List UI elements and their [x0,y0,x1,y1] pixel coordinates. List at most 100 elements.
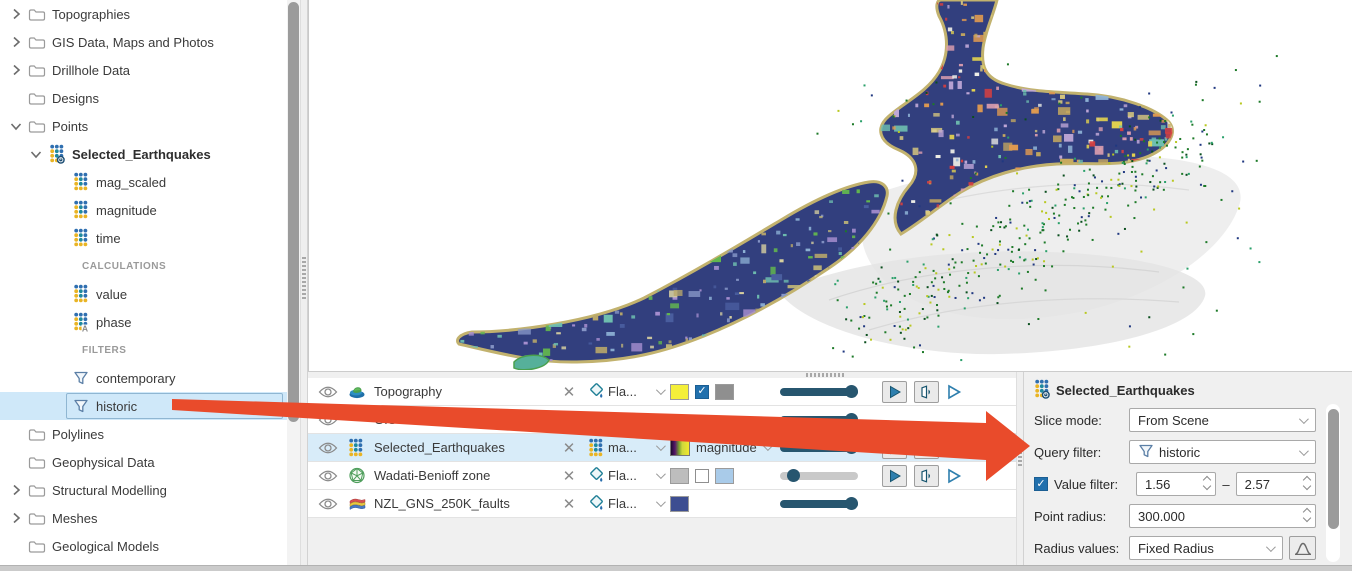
chevron-right-icon[interactable] [6,480,26,500]
visibility-eye-icon[interactable] [308,462,348,489]
chevron-right-icon[interactable] [6,60,26,80]
secondary-colour-swatch[interactable] [715,468,734,484]
image-layer-icon [445,413,462,430]
tree-item-mag-scaled[interactable]: mag_scaled [0,168,287,196]
tree-item-time[interactable]: time [0,224,287,252]
tree-item-historic[interactable]: historic [0,392,287,420]
play-outline-button[interactable] [946,440,962,456]
shape-list-row-selected-earthquakes[interactable]: Selected_Earthquakes✕ma...magnitude [308,434,1016,462]
colour-swatch[interactable] [670,384,689,400]
query-filter-select[interactable]: historic [1129,440,1316,464]
visibility-eye-icon[interactable] [308,378,348,405]
chevron-down-icon[interactable] [648,490,670,517]
colour-swatch[interactable] [670,468,689,484]
remove-from-scene-button[interactable]: ✕ [554,434,584,461]
chevron-down-icon[interactable] [648,378,670,405]
chevron-right-icon[interactable] [6,508,26,528]
colour-gradient-swatch[interactable] [670,439,690,456]
shapelist-props-splitter[interactable] [1016,372,1024,565]
tree-item-points[interactable]: Points [0,112,287,140]
tree-item-phase[interactable]: Aphase [0,308,287,336]
spacer [670,406,780,433]
render-movie-button[interactable] [882,381,907,403]
chevron-down-icon[interactable] [648,434,670,461]
opacity-slider[interactable] [780,444,858,452]
visibility-eye-icon[interactable] [308,406,348,433]
edges-checkbox[interactable]: ✓ [695,385,709,399]
tree-item-meshes[interactable]: Meshes [0,504,287,532]
shape-list-row-topography[interactable]: Topography✕Fla...✓ [308,378,1016,406]
opacity-slider[interactable] [780,416,858,424]
visibility-eye-icon[interactable] [308,434,348,461]
play-outline-button[interactable] [946,468,962,484]
tree-item-geological-models[interactable]: Geological Models [0,532,287,560]
shape-list-row-wadati-benioff-zone[interactable]: Wadati-Benioff zone✕Fla... [308,462,1016,490]
remove-from-scene-button[interactable]: ✕ [554,462,584,489]
opacity-slider-knob[interactable] [845,413,858,426]
tree-item-geophysical-data[interactable]: Geophysical Data [0,448,287,476]
tree-item-value[interactable]: value [0,280,287,308]
remove-from-scene-button[interactable]: ✕ [554,378,584,405]
chevron-down-icon[interactable] [763,441,773,451]
chevron-down-icon[interactable] [6,116,26,136]
point-radius-spinner[interactable]: 300.000 [1129,504,1316,528]
tree-section-header-calculations: CALCULATIONS [0,252,287,280]
tree-item-selected-earthquakes[interactable]: Selected_Earthquakes [0,140,287,168]
visibility-eye-icon[interactable] [308,490,348,517]
value-filter-row: ✓ Value filter: 1.56 – 2.57 [1034,472,1316,496]
chevron-down-icon[interactable] [648,406,670,433]
points-set-icon [70,172,92,192]
opacity-slider[interactable] [780,472,858,480]
play-outline-button[interactable] [946,384,962,400]
tree-item-topographies[interactable]: Topographies [0,0,287,28]
opacity-slider-knob[interactable] [845,497,858,510]
secondary-colour-swatch[interactable] [715,384,734,400]
tree-item-magnitude[interactable]: magnitude [0,196,287,224]
tree-scrollbar[interactable] [287,0,300,565]
value-min-spinner[interactable]: 1.56 [1136,472,1216,496]
render-movie-button[interactable] [882,437,907,459]
colour-swatch[interactable] [670,496,689,512]
properties-scrollbar-thumb[interactable] [1328,409,1339,529]
shape-list-resize-grip[interactable] [806,373,844,377]
opacity-slider[interactable] [780,500,858,508]
value-max-spinner[interactable]: 2.57 [1236,472,1316,496]
tree-item-drillhole-data[interactable]: Drillhole Data [0,56,287,84]
render-movie-button[interactable] [882,465,907,487]
flip-normal-button[interactable] [914,437,939,459]
tree-scene-splitter[interactable] [300,0,308,565]
radius-values-select[interactable]: Fixed Radius [1129,536,1283,560]
tree-scrollbar-thumb[interactable] [288,2,299,422]
properties-scrollbar[interactable] [1326,404,1340,562]
tree-item-gis-data-maps-and-photos[interactable]: GIS Data, Maps and Photos [0,28,287,56]
tree-item-label: Geophysical Data [48,455,155,470]
shape-list-row-gis-data-[interactable]: GIS Data:New Zealand 250✕ [308,406,1016,434]
chevron-down-icon[interactable] [26,144,46,164]
flip-normal-button[interactable] [914,465,939,487]
opacity-slider-knob[interactable] [845,441,858,454]
flip-normal-button[interactable] [914,381,939,403]
value-filter-checkbox[interactable]: ✓ [1034,477,1048,491]
remove-from-scene-button[interactable]: ✕ [554,490,584,517]
points-set-icon [70,284,92,304]
edges-checkbox[interactable] [695,469,709,483]
tree-item-contemporary[interactable]: contemporary [0,364,287,392]
tree-item-structural-modelling[interactable]: Structural Modelling [0,476,287,504]
chevron-right-icon[interactable] [6,4,26,24]
distribution-histogram-button[interactable] [1289,536,1316,560]
tree-item-designs[interactable]: Designs [0,84,287,112]
tree-chevron-spacer [50,368,70,388]
shape-list-row-nzl-gns-250k-faults[interactable]: NZL_GNS_250K_faults✕Fla... [308,490,1016,518]
chevron-right-icon[interactable] [6,32,26,52]
opacity-slider-knob[interactable] [845,385,858,398]
shape-name: Selected_Earthquakes [374,434,554,461]
slice-mode-select[interactable]: From Scene [1129,408,1316,432]
remove-from-scene-button[interactable]: ✕ [554,406,584,433]
tree-item-polylines[interactable]: Polylines [0,420,287,448]
opacity-slider[interactable] [780,388,858,396]
opacity-slider-knob[interactable] [787,469,800,482]
radius-values-value: Fixed Radius [1138,541,1214,556]
scene-viewport[interactable] [308,0,1352,372]
chevron-down-icon[interactable] [648,462,670,489]
query-filter-row: Query filter: historic [1034,440,1316,464]
